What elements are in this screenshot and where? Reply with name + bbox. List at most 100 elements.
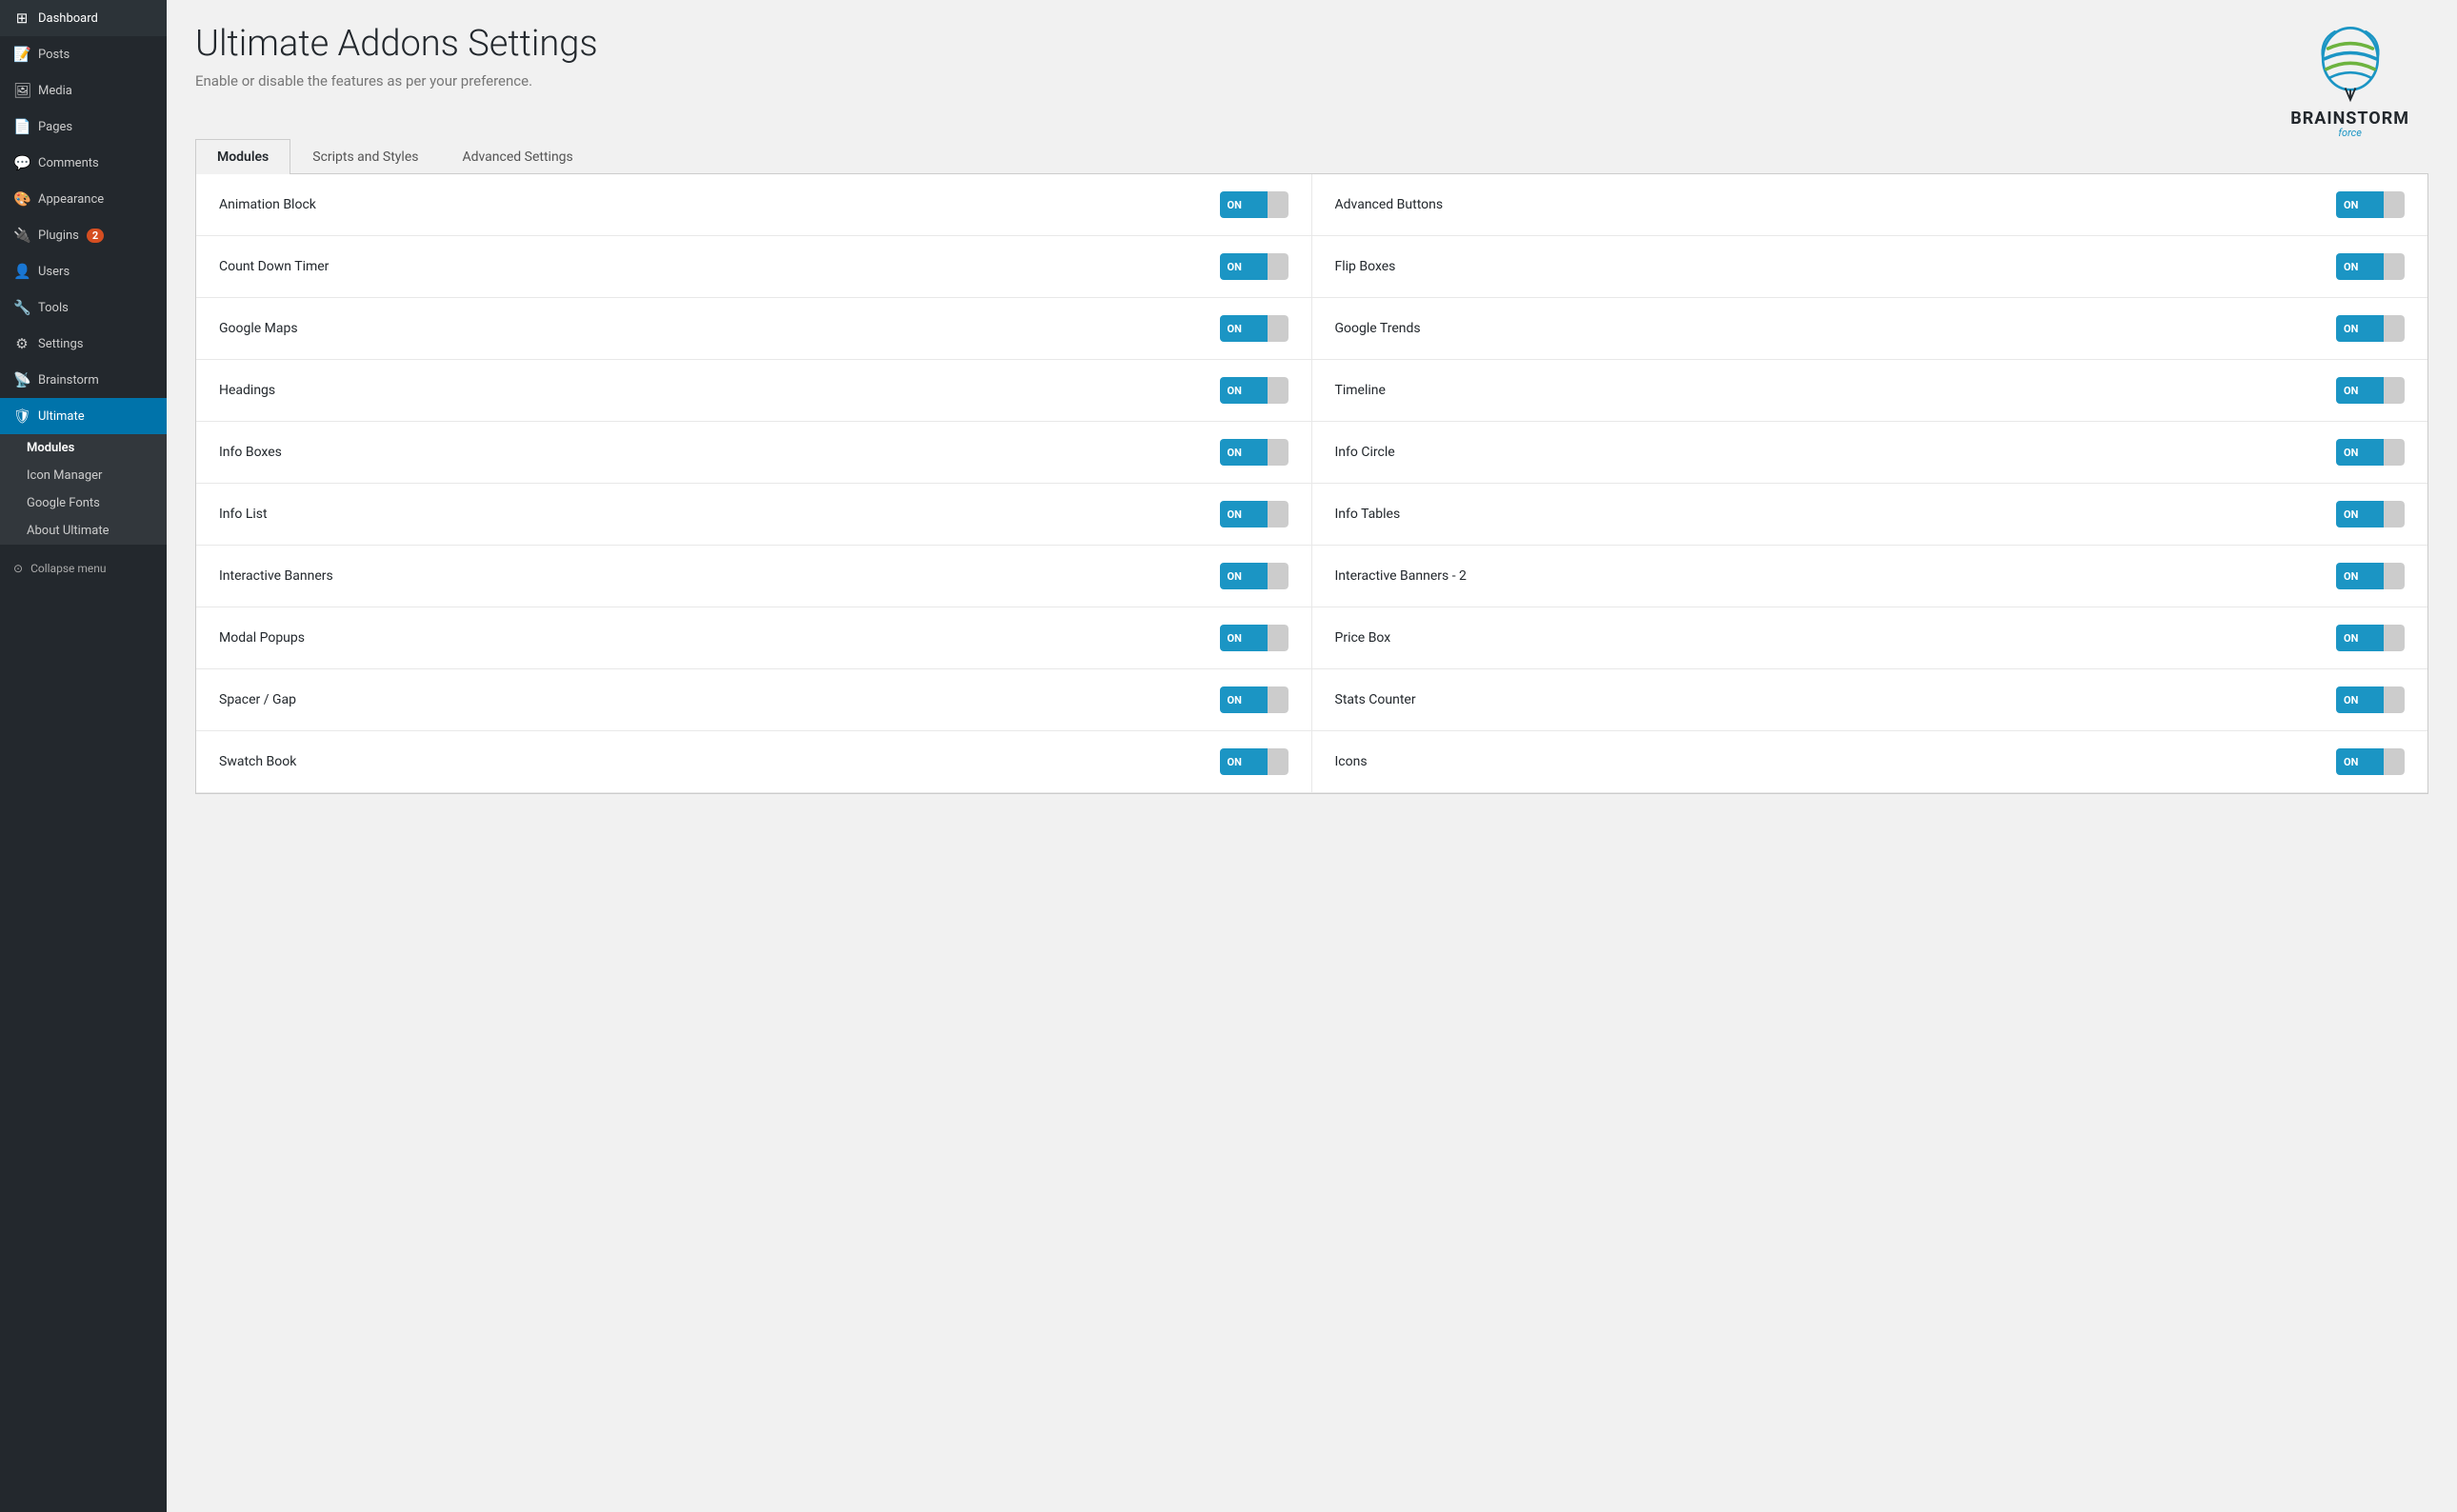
sidebar-item-posts[interactable]: 📝 Posts (0, 36, 167, 72)
module-toggle[interactable]: ON (2336, 315, 2405, 342)
toggle-off-area (2384, 686, 2405, 713)
toggle-on-label: ON (2336, 377, 2384, 404)
module-toggle[interactable]: ON (2336, 563, 2405, 589)
plugins-badge: 2 (87, 229, 104, 243)
toggle-off-area (2384, 748, 2405, 775)
sidebar-item-brainstorm[interactable]: 📡 Brainstorm (0, 362, 167, 398)
module-toggle[interactable]: ON (1220, 253, 1288, 280)
module-toggle[interactable]: ON (1220, 439, 1288, 466)
sidebar-item-label: Pages (38, 120, 72, 134)
sidebar-submenu-item-icon-manager[interactable]: Icon Manager (0, 462, 167, 489)
page-title: Ultimate Addons Settings (195, 23, 598, 65)
sidebar-submenu-item-google-fonts[interactable]: Google Fonts (0, 489, 167, 517)
sidebar-item-users[interactable]: 👤 Users (0, 253, 167, 289)
modules-section: Animation Block ON Advanced Buttons ON C… (195, 174, 2428, 794)
collapse-label: Collapse menu (30, 562, 106, 575)
toggle-off-area (2384, 377, 2405, 404)
module-name: Icons (1335, 754, 2318, 769)
module-row: Info Circle ON (1312, 422, 2428, 484)
module-toggle[interactable]: ON (1220, 625, 1288, 651)
sidebar-submenu-item-modules[interactable]: Modules (0, 434, 167, 462)
module-row: Google Maps ON (196, 298, 1312, 360)
toggle-on-label: ON (2336, 501, 2384, 527)
module-name: Stats Counter (1335, 692, 2318, 707)
toggle-off-area (2384, 191, 2405, 218)
sidebar-item-plugins[interactable]: 🔌 Plugins 2 (0, 217, 167, 253)
posts-icon: 📝 (13, 46, 30, 63)
module-toggle[interactable]: ON (2336, 686, 2405, 713)
module-row: Interactive Banners - 2 ON (1312, 546, 2428, 607)
toggle-off-area (1268, 686, 1288, 713)
module-row: Headings ON (196, 360, 1312, 422)
module-row: Animation Block ON (196, 174, 1312, 236)
module-name: Google Maps (219, 321, 1201, 336)
sidebar-item-media[interactable]: 🖼 Media (0, 72, 167, 109)
sidebar-item-label: Users (38, 265, 70, 279)
module-toggle[interactable]: ON (2336, 748, 2405, 775)
module-row: Price Box ON (1312, 607, 2428, 669)
sidebar-item-pages[interactable]: 📄 Pages (0, 109, 167, 145)
module-name: Interactive Banners (219, 568, 1201, 584)
sidebar-item-tools[interactable]: 🔧 Tools (0, 289, 167, 326)
toggle-on-label: ON (1220, 748, 1268, 775)
tab-scripts-and-styles[interactable]: Scripts and Styles (290, 139, 440, 174)
sidebar-item-label: Ultimate (38, 409, 85, 424)
module-name: Info Tables (1335, 507, 2318, 522)
module-toggle[interactable]: ON (1220, 748, 1288, 775)
module-row: Swatch Book ON (196, 731, 1312, 793)
brainstorm-logo: BRAINSTORM force (2290, 23, 2409, 139)
toggle-off-area (1268, 748, 1288, 775)
module-name: Headings (219, 383, 1201, 398)
module-toggle[interactable]: ON (1220, 191, 1288, 218)
tab-modules[interactable]: Modules (195, 139, 290, 174)
module-toggle[interactable]: ON (2336, 501, 2405, 527)
appearance-icon: 🎨 (13, 190, 30, 208)
toggle-on-label: ON (2336, 748, 2384, 775)
sidebar-item-dashboard[interactable]: ⊞ Dashboard (0, 0, 167, 36)
pages-icon: 📄 (13, 118, 30, 135)
toggle-on-label: ON (1220, 686, 1268, 713)
module-toggle[interactable]: ON (2336, 191, 2405, 218)
toggle-on-label: ON (1220, 315, 1268, 342)
module-toggle[interactable]: ON (1220, 501, 1288, 527)
toggle-off-area (2384, 253, 2405, 280)
modules-grid: Animation Block ON Advanced Buttons ON C… (196, 174, 2427, 793)
module-toggle[interactable]: ON (1220, 686, 1288, 713)
module-row: Count Down Timer ON (196, 236, 1312, 298)
sidebar-item-ultimate[interactable]: 🛡 Ultimate (0, 398, 167, 434)
module-name: Info Circle (1335, 445, 2318, 460)
module-name: Info List (219, 507, 1201, 522)
module-toggle[interactable]: ON (1220, 315, 1288, 342)
toggle-on-label: ON (2336, 686, 2384, 713)
collapse-menu[interactable]: ⊙Collapse menu (0, 552, 167, 585)
toggle-off-area (1268, 377, 1288, 404)
toggle-off-area (1268, 563, 1288, 589)
module-row: Google Trends ON (1312, 298, 2428, 360)
plugins-icon: 🔌 (13, 227, 30, 244)
sidebar-submenu-item-about-ultimate[interactable]: About Ultimate (0, 517, 167, 545)
module-toggle[interactable]: ON (2336, 439, 2405, 466)
sidebar-item-settings[interactable]: ⚙ Settings (0, 326, 167, 362)
toggle-on-label: ON (2336, 253, 2384, 280)
toggle-off-area (2384, 563, 2405, 589)
module-row: Stats Counter ON (1312, 669, 2428, 731)
module-row: Timeline ON (1312, 360, 2428, 422)
module-toggle[interactable]: ON (1220, 377, 1288, 404)
module-toggle[interactable]: ON (2336, 253, 2405, 280)
sidebar-item-comments[interactable]: 💬 Comments (0, 145, 167, 181)
tabs: ModulesScripts and StylesAdvanced Settin… (195, 139, 2428, 174)
toggle-on-label: ON (2336, 191, 2384, 218)
module-toggle[interactable]: ON (2336, 377, 2405, 404)
main-content: Ultimate Addons Settings Enable or disab… (167, 0, 2457, 1512)
toggle-off-area (2384, 501, 2405, 527)
toggle-off-area (1268, 501, 1288, 527)
tab-advanced-settings[interactable]: Advanced Settings (440, 139, 594, 174)
sidebar-item-label: Comments (38, 156, 99, 170)
module-toggle[interactable]: ON (2336, 625, 2405, 651)
sidebar-submenu: ModulesIcon ManagerGoogle FontsAbout Ult… (0, 434, 167, 545)
module-row: Spacer / Gap ON (196, 669, 1312, 731)
sidebar: ⊞ Dashboard 📝 Posts 🖼 Media 📄 Pages 💬 Co… (0, 0, 167, 1512)
sidebar-item-appearance[interactable]: 🎨 Appearance (0, 181, 167, 217)
module-name: Google Trends (1335, 321, 2318, 336)
module-toggle[interactable]: ON (1220, 563, 1288, 589)
